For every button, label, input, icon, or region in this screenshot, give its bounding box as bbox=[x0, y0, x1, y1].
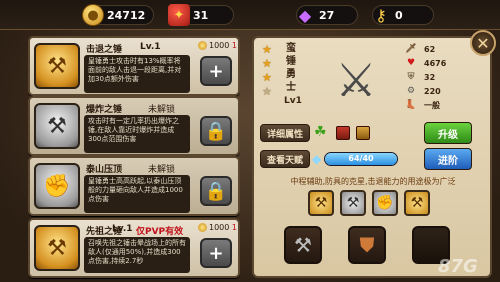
gem-icon: ◆ bbox=[298, 5, 312, 25]
hero-description: 中程辅助,防具的克星,击退能力的用途极为广泛 bbox=[290, 177, 456, 186]
skill-cost: 1000 1 bbox=[198, 223, 237, 232]
stat-health: ♥ 4676 bbox=[404, 56, 484, 70]
skill-description: 皇锤勇士攻击时有13%概率将面前的敌人击退一段距离,并对加30点额外伤害 bbox=[84, 55, 190, 93]
hammer-icon: ⚒ bbox=[34, 43, 80, 89]
skill-name: 爆炸之锤 bbox=[86, 105, 123, 115]
close-icon[interactable]: ✕ bbox=[470, 30, 496, 56]
skill-slot-4[interactable]: ⚒ bbox=[404, 190, 430, 216]
hammer-icon: ⚒ bbox=[34, 103, 80, 149]
skill-description: 攻击时有一定几率扔出爆炸之锤,在敌人靠近时爆炸并造成300点范围伤害 bbox=[84, 115, 190, 153]
upgrade-button[interactable]: 升级 bbox=[424, 122, 472, 144]
watermark: 87G bbox=[438, 256, 478, 277]
stat-range: ⚙ 220 bbox=[404, 84, 484, 98]
key-counter: ⚷ 0 bbox=[372, 4, 434, 26]
gift-counter: ✦ 31 bbox=[168, 4, 234, 26]
shield-icon: ⛨ bbox=[407, 72, 415, 82]
skill-cost: 1000 1 bbox=[198, 41, 237, 50]
advance-button[interactable]: 进阶 bbox=[424, 148, 472, 170]
hammer-icon: ⚒ bbox=[294, 233, 312, 257]
ancestor-hammer-icon: ⚒ bbox=[34, 225, 80, 271]
upgrade-skill-button[interactable]: + bbox=[200, 56, 232, 86]
skill-lock-status: 未解锁 bbox=[148, 165, 176, 175]
equip-armor-slot[interactable]: ⛊ bbox=[348, 226, 386, 264]
skill-name: 泰山压顶 bbox=[86, 165, 123, 175]
skill-level: Lv.1 bbox=[112, 224, 133, 234]
stat-value: 62 bbox=[424, 44, 436, 54]
hero-name-char: 士 bbox=[286, 82, 296, 93]
key-icon: ⚷ bbox=[375, 5, 387, 25]
clover-icon[interactable]: ☘ bbox=[314, 124, 327, 140]
progress-text: 64/40 bbox=[348, 154, 374, 163]
gift-icon: ✦ bbox=[168, 4, 190, 26]
star-icon: ★ bbox=[262, 85, 272, 98]
coin-icon: ● bbox=[82, 4, 104, 26]
skill-slot-1[interactable]: ⚒ bbox=[308, 190, 334, 216]
stat-defense: ⛨ 32 bbox=[404, 70, 484, 84]
upgrade-skill-button[interactable]: + bbox=[200, 238, 232, 268]
skill-pvp-tag: 仅PVP有效 bbox=[136, 227, 184, 237]
view-talent-button[interactable]: 查看天赋 bbox=[260, 150, 310, 168]
skill-card-knockback[interactable]: ⚒ 击退之锤 Lv.1 1000 1 皇锤勇士攻击时有13%概率将面前的敌人击退… bbox=[28, 36, 240, 96]
star-icon: ★ bbox=[262, 57, 272, 70]
hero-portrait: ⚔ bbox=[335, 53, 377, 107]
boot-icon: 👢 bbox=[405, 100, 417, 110]
skill-slot-2[interactable]: ⚒ bbox=[340, 190, 366, 216]
scroll-icon[interactable] bbox=[356, 126, 370, 140]
stat-value: 一般 bbox=[424, 100, 440, 110]
hero-level: Lv1 bbox=[284, 96, 302, 106]
skill-card-explosion[interactable]: ⚒ 爆炸之锤 未解锁 攻击时有一定几率扔出爆炸之锤,在敌人靠近时爆炸并造成300… bbox=[28, 96, 240, 156]
hero-name-char: 锤 bbox=[286, 56, 296, 67]
book-icon[interactable] bbox=[336, 126, 350, 140]
stat-value: 32 bbox=[424, 72, 436, 82]
lock-icon[interactable]: 🔒 bbox=[200, 116, 232, 146]
stat-value: 4676 bbox=[424, 58, 447, 68]
heart-icon: ♥ bbox=[406, 58, 416, 68]
hero-stats: 🗡 62 ♥ 4676 ⛨ 32 ⚙ 220 👢 一般 bbox=[404, 42, 484, 112]
cost-value: 1000 bbox=[209, 223, 230, 232]
resource-bar: ● 24712 ✦ 31 ◆ 27 ⚷ 0 bbox=[0, 0, 500, 30]
skill-card-ancestor[interactable]: ⚒ 先祖之锤 Lv.1 仅PVP有效 1000 1 召唤先祖之锤击晕战场上的所有… bbox=[28, 218, 240, 278]
skill-name: 击退之锤 bbox=[86, 45, 123, 55]
cost-extra: 1 bbox=[231, 41, 237, 50]
detail-attributes-button[interactable]: 详细属性 bbox=[260, 124, 310, 142]
skill-slot-3[interactable]: ✊ bbox=[372, 190, 398, 216]
hero-name: 蛮 锤 勇 士 bbox=[286, 42, 298, 94]
coin-icon bbox=[198, 223, 207, 232]
hero-panel: ★ ★ ★ ★ 蛮 锤 勇 士 Lv1 ⚔ 🗡 62 ♥ 4676 ⛨ 32 ⚙ 220… bbox=[252, 36, 492, 278]
star-icon: ★ bbox=[262, 43, 272, 56]
crystal-icon: ◆ bbox=[312, 152, 322, 166]
hero-name-char: 勇 bbox=[286, 69, 296, 80]
coin-icon bbox=[198, 41, 207, 50]
hero-name-char: 蛮 bbox=[286, 43, 296, 54]
skill-description: 召唤先祖之锤击晕战场上的所有敌人(仅通用50%),并造成300点伤害,持续2.7… bbox=[84, 237, 190, 273]
stat-value: 220 bbox=[424, 86, 441, 96]
lock-icon[interactable]: 🔒 bbox=[200, 176, 232, 206]
skill-lock-status: 未解锁 bbox=[148, 105, 176, 115]
star-icon: ★ bbox=[262, 71, 272, 84]
skill-level: Lv.1 bbox=[140, 42, 161, 52]
skill-card-slam[interactable]: ✊ 泰山压顶 未解锁 皇锤勇士高高跃起,以泰山压顶般的力量砸向敌人并造成1000… bbox=[28, 156, 240, 216]
cost-value: 1000 bbox=[209, 41, 230, 50]
armor-icon: ⛊ bbox=[359, 233, 375, 257]
gear-icon: ⚙ bbox=[406, 86, 416, 96]
sword-icon: 🗡 bbox=[405, 44, 417, 54]
slam-icon: ✊ bbox=[34, 163, 80, 209]
equip-weapon-slot[interactable]: ⚒ bbox=[284, 226, 322, 264]
advance-progress-bar: 64/40 bbox=[324, 152, 398, 166]
skill-description: 皇锤勇士高高跃起,以泰山压顶般的力量砸向敌人并造成1000点伤害 bbox=[84, 175, 190, 213]
coin-counter: ● 24712 bbox=[82, 4, 154, 26]
hero-stars: ★ ★ ★ ★ bbox=[262, 44, 276, 98]
gem-counter: ◆ 27 bbox=[296, 4, 358, 26]
cost-extra: 1 bbox=[231, 223, 237, 232]
stat-speed: 👢 一般 bbox=[404, 98, 484, 112]
